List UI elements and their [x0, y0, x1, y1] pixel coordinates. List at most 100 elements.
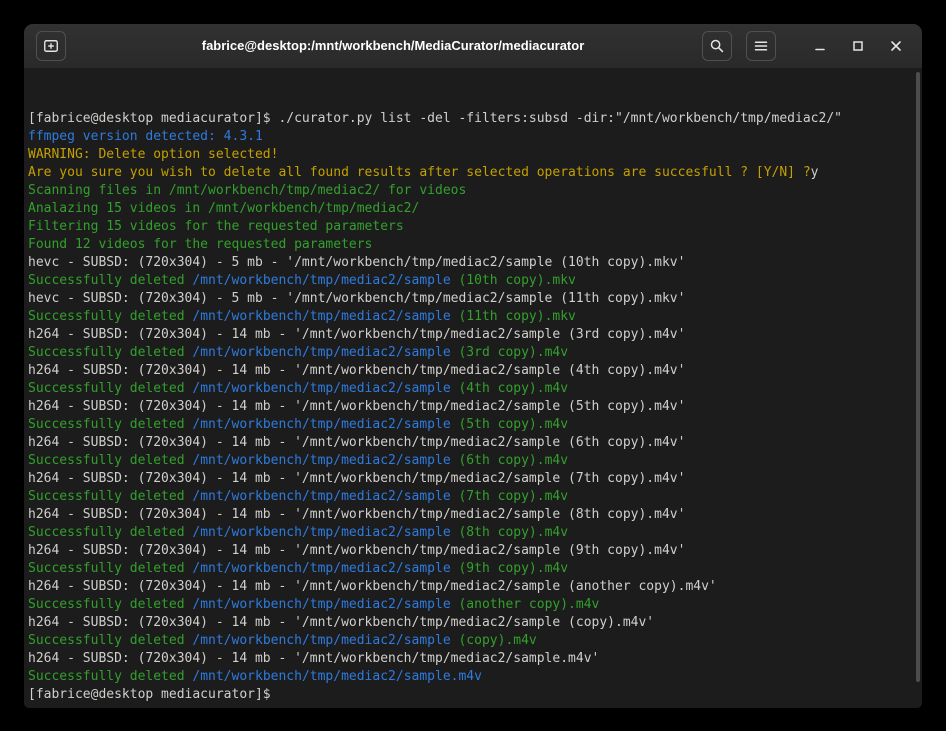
terminal-line: Successfully deleted /mnt/workbench/tmp/…: [28, 596, 906, 614]
terminal-line: h264 - SUBSD: (720x304) - 14 mb - '/mnt/…: [28, 326, 906, 344]
terminal-line: Successfully deleted /mnt/workbench/tmp/…: [28, 524, 906, 542]
terminal-text-segment: h264 - SUBSD: (720x304) - 14 mb - '/mnt/…: [28, 435, 685, 450]
terminal-text-segment: /mnt/workbench/tmp/mediac2/sample: [192, 273, 450, 288]
terminal-line: hevc - SUBSD: (720x304) - 5 mb - '/mnt/w…: [28, 254, 906, 272]
close-icon: [888, 38, 904, 54]
scrollbar-thumb[interactable]: [916, 72, 920, 682]
terminal-text-segment: Scanning files in /mnt/workbench/tmp/med…: [28, 183, 466, 198]
terminal-line: [fabrice@desktop mediacurator]$ ./curato…: [28, 110, 906, 128]
maximize-button[interactable]: [846, 34, 870, 58]
terminal-text-segment: (5th copy).m4v: [451, 417, 568, 432]
terminal-text-segment: (4th copy).m4v: [451, 381, 568, 396]
terminal-line: Successfully deleted /mnt/workbench/tmp/…: [28, 272, 906, 290]
terminal-text-segment: (another copy).m4v: [451, 597, 600, 612]
close-button[interactable]: [884, 34, 908, 58]
terminal-line: h264 - SUBSD: (720x304) - 14 mb - '/mnt/…: [28, 434, 906, 452]
terminal-text-segment: (copy).m4v: [451, 633, 537, 648]
terminal-line: h264 - SUBSD: (720x304) - 14 mb - '/mnt/…: [28, 362, 906, 380]
terminal-text-segment: (7th copy).m4v: [451, 489, 568, 504]
terminal-line: Successfully deleted /mnt/workbench/tmp/…: [28, 416, 906, 434]
terminal-text-segment: (3rd copy).m4v: [451, 345, 568, 360]
terminal-line: Successfully deleted /mnt/workbench/tmp/…: [28, 632, 906, 650]
terminal-text-segment: /mnt/workbench/tmp/mediac2/sample: [192, 345, 450, 360]
terminal-text-segment: /mnt/workbench/tmp/mediac2/sample: [192, 489, 450, 504]
terminal-line: Successfully deleted /mnt/workbench/tmp/…: [28, 560, 906, 578]
terminal-line: Successfully deleted /mnt/workbench/tmp/…: [28, 308, 906, 326]
terminal-text-segment: Successfully deleted: [28, 525, 192, 540]
terminal-text-segment: h264 - SUBSD: (720x304) - 14 mb - '/mnt/…: [28, 579, 717, 594]
maximize-icon: [850, 38, 866, 54]
terminal-text-segment: h264 - SUBSD: (720x304) - 14 mb - '/mnt/…: [28, 327, 685, 342]
terminal-text-segment: h264 - SUBSD: (720x304) - 14 mb - '/mnt/…: [28, 615, 654, 630]
terminal-text-segment: Filtering 15 videos for the requested pa…: [28, 219, 404, 234]
terminal-text-segment: h264 - SUBSD: (720x304) - 14 mb - '/mnt/…: [28, 471, 685, 486]
terminal-text-segment: /mnt/workbench/tmp/mediac2/sample.m4v: [192, 669, 482, 684]
terminal-text-segment: Successfully deleted: [28, 489, 192, 504]
window-title: fabrice@desktop:/mnt/workbench/MediaCura…: [114, 24, 672, 68]
terminal-line: Successfully deleted /mnt/workbench/tmp/…: [28, 452, 906, 470]
terminal-text-segment: /mnt/workbench/tmp/mediac2/sample: [192, 561, 450, 576]
terminal-line: Found 12 videos for the requested parame…: [28, 236, 906, 254]
window-controls: [808, 34, 908, 58]
terminal-line: h264 - SUBSD: (720x304) - 14 mb - '/mnt/…: [28, 506, 906, 524]
scrollbar[interactable]: [915, 72, 921, 704]
search-icon: [709, 38, 725, 54]
terminal-text-segment: Successfully deleted: [28, 381, 192, 396]
terminal-line: WARNING: Delete option selected!: [28, 146, 906, 164]
menu-button[interactable]: [746, 31, 776, 61]
terminal-text-segment: /mnt/workbench/tmp/mediac2/sample: [192, 597, 450, 612]
terminal-text-segment: /mnt/workbench/tmp/mediac2/sample: [192, 309, 450, 324]
terminal-text-segment: Successfully deleted: [28, 669, 192, 684]
terminal-line: h264 - SUBSD: (720x304) - 14 mb - '/mnt/…: [28, 398, 906, 416]
terminal-line: Are you sure you wish to delete all foun…: [28, 164, 906, 182]
terminal-text-segment: Analazing 15 videos in /mnt/workbench/tm…: [28, 201, 419, 216]
terminal-text-segment: Successfully deleted: [28, 597, 192, 612]
new-tab-icon: [43, 38, 59, 54]
terminal-line: hevc - SUBSD: (720x304) - 5 mb - '/mnt/w…: [28, 290, 906, 308]
terminal-text-segment: /mnt/workbench/tmp/mediac2/sample: [192, 381, 450, 396]
new-tab-button[interactable]: [36, 31, 66, 61]
terminal-text-segment: Successfully deleted: [28, 309, 192, 324]
terminal-text-segment: Successfully deleted: [28, 417, 192, 432]
terminal-line: ffmpeg version detected: 4.3.1: [28, 128, 906, 146]
terminal-line: h264 - SUBSD: (720x304) - 14 mb - '/mnt/…: [28, 542, 906, 560]
terminal-text-segment: h264 - SUBSD: (720x304) - 14 mb - '/mnt/…: [28, 543, 685, 558]
terminal-text-segment: y: [811, 165, 819, 180]
terminal-text-segment: h264 - SUBSD: (720x304) - 14 mb - '/mnt/…: [28, 651, 599, 666]
terminal-line: Successfully deleted /mnt/workbench/tmp/…: [28, 380, 906, 398]
terminal-line: Successfully deleted /mnt/workbench/tmp/…: [28, 344, 906, 362]
terminal-text-segment: h264 - SUBSD: (720x304) - 14 mb - '/mnt/…: [28, 399, 685, 414]
terminal-text-segment: /mnt/workbench/tmp/mediac2/sample: [192, 453, 450, 468]
headerbar[interactable]: fabrice@desktop:/mnt/workbench/MediaCura…: [24, 24, 922, 69]
terminal-line: h264 - SUBSD: (720x304) - 14 mb - '/mnt/…: [28, 614, 906, 632]
terminal-line: Successfully deleted /mnt/workbench/tmp/…: [28, 488, 906, 506]
terminal-text-segment: Found 12 videos for the requested parame…: [28, 237, 372, 252]
terminal-text-segment: hevc - SUBSD: (720x304) - 5 mb - '/mnt/w…: [28, 255, 685, 270]
terminal-text-segment: /mnt/workbench/tmp/mediac2/sample: [192, 417, 450, 432]
terminal-text-segment: Successfully deleted: [28, 633, 192, 648]
terminal-line: Successfully deleted /mnt/workbench/tmp/…: [28, 668, 906, 686]
terminal-viewport[interactable]: [fabrice@desktop mediacurator]$ ./curato…: [24, 68, 922, 708]
terminal-text-segment: Successfully deleted: [28, 345, 192, 360]
terminal-line: h264 - SUBSD: (720x304) - 14 mb - '/mnt/…: [28, 650, 906, 668]
terminal-text-segment: Successfully deleted: [28, 561, 192, 576]
terminal-window: fabrice@desktop:/mnt/workbench/MediaCura…: [24, 24, 922, 708]
terminal-line: Analazing 15 videos in /mnt/workbench/tm…: [28, 200, 906, 218]
terminal-text-segment: [fabrice@desktop mediacurator]$: [28, 687, 271, 702]
search-button[interactable]: [702, 31, 732, 61]
hamburger-menu-icon: [753, 38, 769, 54]
terminal-text-segment: /mnt/workbench/tmp/mediac2/sample: [192, 633, 450, 648]
terminal-line: Filtering 15 videos for the requested pa…: [28, 218, 906, 236]
terminal-text-segment: WARNING: Delete option selected!: [28, 147, 278, 162]
terminal-text-segment: (10th copy).mkv: [451, 273, 576, 288]
terminal-line: Scanning files in /mnt/workbench/tmp/med…: [28, 182, 906, 200]
minimize-button[interactable]: [808, 34, 832, 58]
terminal-text-segment: (11th copy).mkv: [451, 309, 576, 324]
terminal-text-segment: (8th copy).m4v: [451, 525, 568, 540]
terminal-text-segment: (9th copy).m4v: [451, 561, 568, 576]
terminal-text-segment: /mnt/workbench/tmp/mediac2/sample: [192, 525, 450, 540]
terminal-line: h264 - SUBSD: (720x304) - 14 mb - '/mnt/…: [28, 470, 906, 488]
terminal-text-segment: [fabrice@desktop mediacurator]$ ./curato…: [28, 111, 842, 126]
minimize-icon: [812, 38, 828, 54]
terminal-text-segment: Successfully deleted: [28, 453, 192, 468]
